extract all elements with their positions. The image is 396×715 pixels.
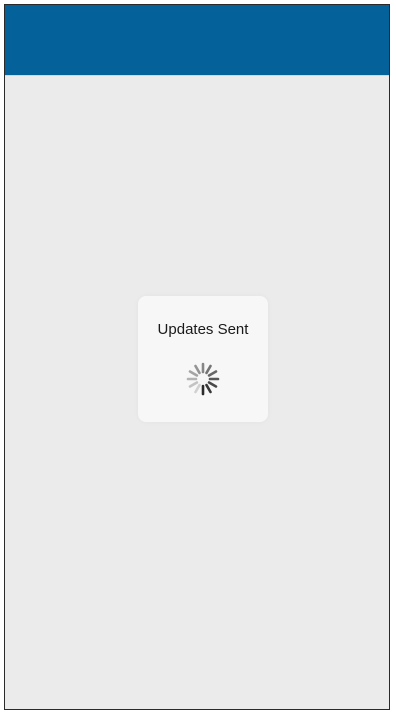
spinner-spoke — [205, 364, 212, 375]
app-screen: Updates Sent — [4, 4, 390, 710]
spinner-spoke — [205, 383, 212, 394]
navigation-bar — [5, 5, 389, 75]
hud-message: Updates Sent — [157, 321, 249, 338]
spinner-spoke — [194, 364, 201, 375]
spinner-spoke — [207, 381, 218, 388]
progress-hud: Updates Sent — [138, 296, 268, 422]
spinner-spoke — [188, 381, 199, 388]
spinner-spoke — [207, 370, 218, 377]
spinner-spoke — [188, 370, 199, 377]
activity-spinner-icon — [186, 362, 220, 396]
spinner-spoke — [194, 383, 201, 394]
